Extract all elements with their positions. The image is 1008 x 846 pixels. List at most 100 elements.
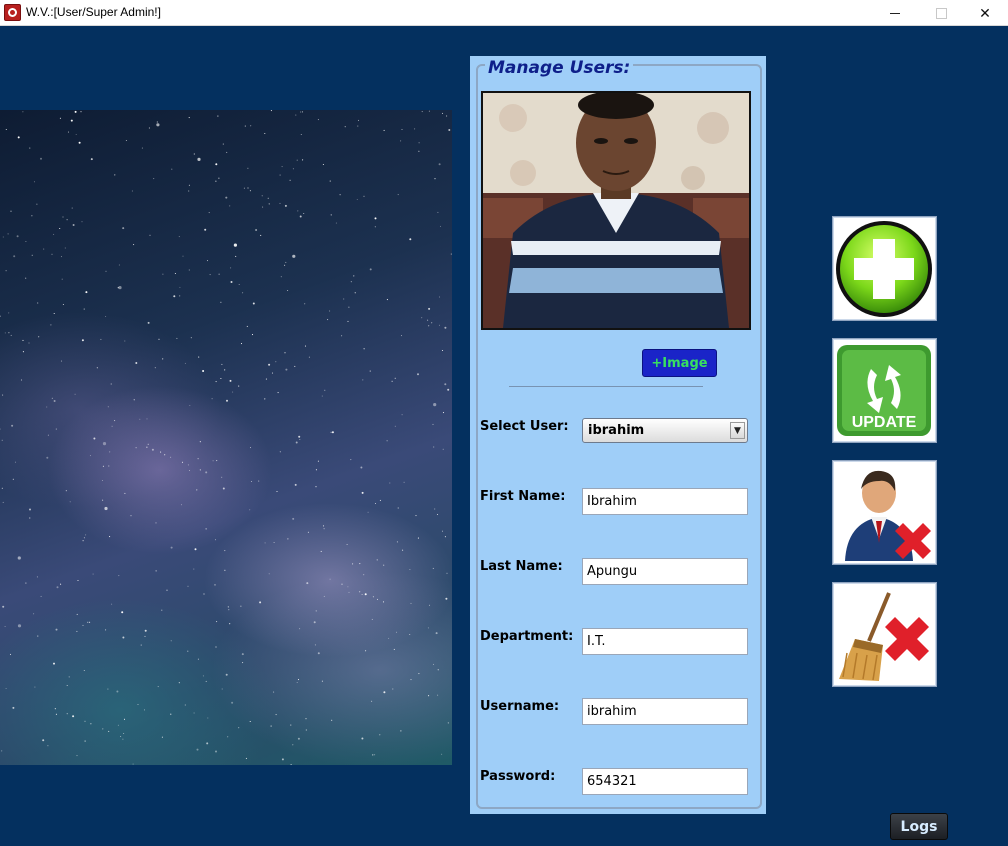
star: [350, 459, 352, 461]
star: [235, 255, 237, 257]
star: [444, 383, 447, 386]
star: [320, 550, 322, 552]
department-field[interactable]: I.T.: [582, 628, 748, 655]
star: [190, 337, 192, 339]
star: [53, 312, 55, 315]
star: [450, 253, 452, 255]
last-name-field[interactable]: Apungu: [582, 558, 748, 585]
star: [12, 706, 15, 709]
user-delete-icon: [845, 470, 931, 561]
star: [434, 508, 436, 510]
star: [133, 399, 135, 401]
first-name-field[interactable]: Ibrahim: [582, 488, 748, 515]
star: [347, 586, 349, 588]
star: [329, 578, 331, 580]
star: [36, 203, 38, 205]
star: [305, 729, 307, 731]
star: [53, 400, 56, 402]
star: [71, 207, 73, 209]
star: [221, 476, 223, 478]
star: [8, 312, 10, 314]
star: [437, 669, 439, 671]
star: [55, 428, 57, 430]
star: [264, 398, 266, 400]
star: [161, 736, 163, 738]
star: [25, 240, 27, 243]
star: [227, 736, 229, 738]
star: [108, 465, 110, 467]
star: [104, 506, 108, 511]
star: [229, 379, 232, 382]
star: [417, 537, 419, 539]
select-user-dropdown[interactable]: ibrahim ▼: [582, 418, 748, 443]
select-user-label: Select User:: [480, 419, 569, 434]
chevron-down-icon[interactable]: ▼: [730, 422, 745, 439]
star: [356, 198, 358, 201]
star: [53, 662, 55, 665]
minimize-icon: [890, 12, 900, 14]
star: [322, 163, 324, 166]
star: [292, 168, 294, 170]
star: [261, 195, 263, 197]
star: [357, 125, 359, 127]
logs-button[interactable]: Logs: [890, 813, 948, 840]
star: [51, 253, 53, 255]
update-user-button[interactable]: UPDATE: [832, 338, 937, 443]
add-image-button[interactable]: +Image: [642, 349, 717, 377]
star: [222, 143, 224, 145]
clear-form-button[interactable]: [832, 582, 937, 687]
star: [160, 451, 162, 453]
star: [53, 233, 55, 235]
star: [364, 593, 367, 596]
star: [66, 684, 68, 687]
star: [229, 623, 231, 625]
star: [245, 757, 247, 759]
star: [427, 319, 429, 321]
star: [178, 682, 180, 684]
star: [229, 205, 231, 207]
star: [296, 681, 298, 684]
star: [448, 129, 451, 131]
star: [162, 273, 164, 275]
maximize-button[interactable]: [918, 0, 964, 26]
star: [156, 121, 158, 123]
star: [359, 591, 361, 593]
star: [396, 541, 398, 543]
star: [250, 125, 252, 127]
star: [144, 635, 146, 637]
star: [331, 719, 333, 721]
star: [111, 603, 113, 605]
star: [5, 687, 7, 690]
star: [268, 203, 270, 205]
username-field[interactable]: ibrahim: [582, 698, 748, 725]
star: [70, 119, 73, 122]
star: [216, 621, 218, 623]
password-field[interactable]: 654321: [582, 768, 748, 795]
add-user-button[interactable]: [832, 216, 937, 321]
star: [372, 596, 374, 598]
star: [227, 606, 229, 608]
minimize-button[interactable]: [872, 0, 918, 26]
star: [379, 734, 381, 736]
close-button[interactable]: ✕: [962, 0, 1008, 26]
star: [367, 511, 369, 513]
user-photo: [481, 91, 751, 330]
star: [193, 153, 195, 155]
delete-user-button[interactable]: [832, 460, 937, 565]
star: [203, 593, 205, 595]
star: [2, 394, 4, 396]
star: [439, 225, 442, 227]
star: [124, 340, 126, 342]
star: [157, 686, 159, 688]
star: [164, 454, 166, 456]
star: [417, 373, 419, 376]
star: [105, 315, 107, 318]
star: [161, 609, 163, 611]
star: [284, 204, 287, 207]
star: [2, 501, 4, 503]
star: [317, 460, 319, 462]
star: [147, 321, 150, 324]
star: [303, 212, 305, 215]
star: [215, 381, 217, 383]
star: [43, 248, 45, 250]
